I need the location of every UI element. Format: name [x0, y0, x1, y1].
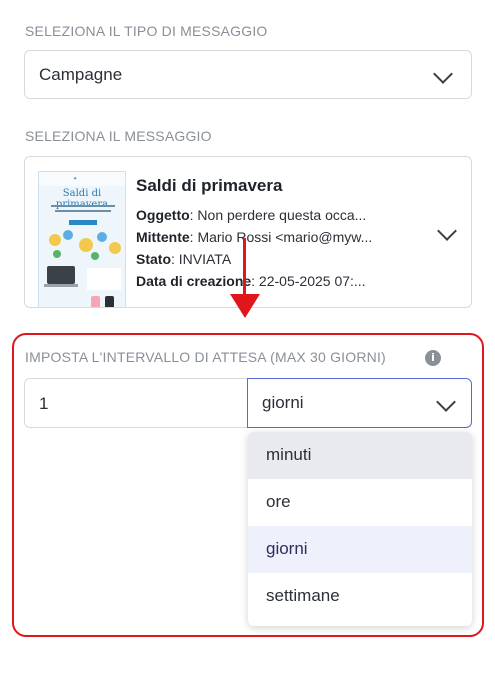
option-giorni[interactable]: giorni: [248, 526, 472, 573]
option-ore[interactable]: ore: [248, 479, 472, 526]
message-label: SELEZIONA IL MESSAGGIO: [25, 128, 212, 144]
chevron-down-icon: [433, 64, 453, 84]
message-type-select[interactable]: Campagne: [24, 50, 472, 99]
chevron-down-icon: [436, 392, 456, 412]
annotation-arrow-line: [243, 238, 246, 296]
message-type-value: Campagne: [39, 64, 123, 84]
interval-unit-value: giorni: [262, 393, 304, 412]
interval-value-input[interactable]: 1: [24, 378, 250, 428]
message-select-card[interactable]: ✦ Saldi di primavera Saldi di primavera …: [24, 156, 472, 308]
annotation-arrow-head: [230, 294, 260, 318]
interval-unit-dropdown: minuti ore giorni settimane: [248, 432, 472, 626]
info-icon[interactable]: i: [425, 350, 441, 366]
interval-value: 1: [39, 394, 49, 413]
message-title: Saldi di primavera: [136, 176, 283, 195]
chevron-down-icon: [437, 221, 457, 241]
message-sender: Mittente: Mario Rossi <mario@myw...: [136, 229, 373, 245]
message-subject: Oggetto: Non perdere questa occa...: [136, 207, 367, 223]
interval-unit-select[interactable]: giorni: [247, 378, 472, 428]
interval-label: IMPOSTA L'INTERVALLO DI ATTESA (MAX 30 G…: [25, 349, 386, 365]
message-status: Stato: INVIATA: [136, 251, 232, 267]
option-minuti[interactable]: minuti: [248, 432, 472, 479]
message-created-date: Data di creazione: 22-05-2025 07:...: [136, 273, 366, 289]
email-thumbnail: ✦ Saldi di primavera: [38, 171, 126, 307]
message-type-label: SELEZIONA IL TIPO DI MESSAGGIO: [25, 23, 268, 39]
option-settimane[interactable]: settimane: [248, 573, 472, 620]
